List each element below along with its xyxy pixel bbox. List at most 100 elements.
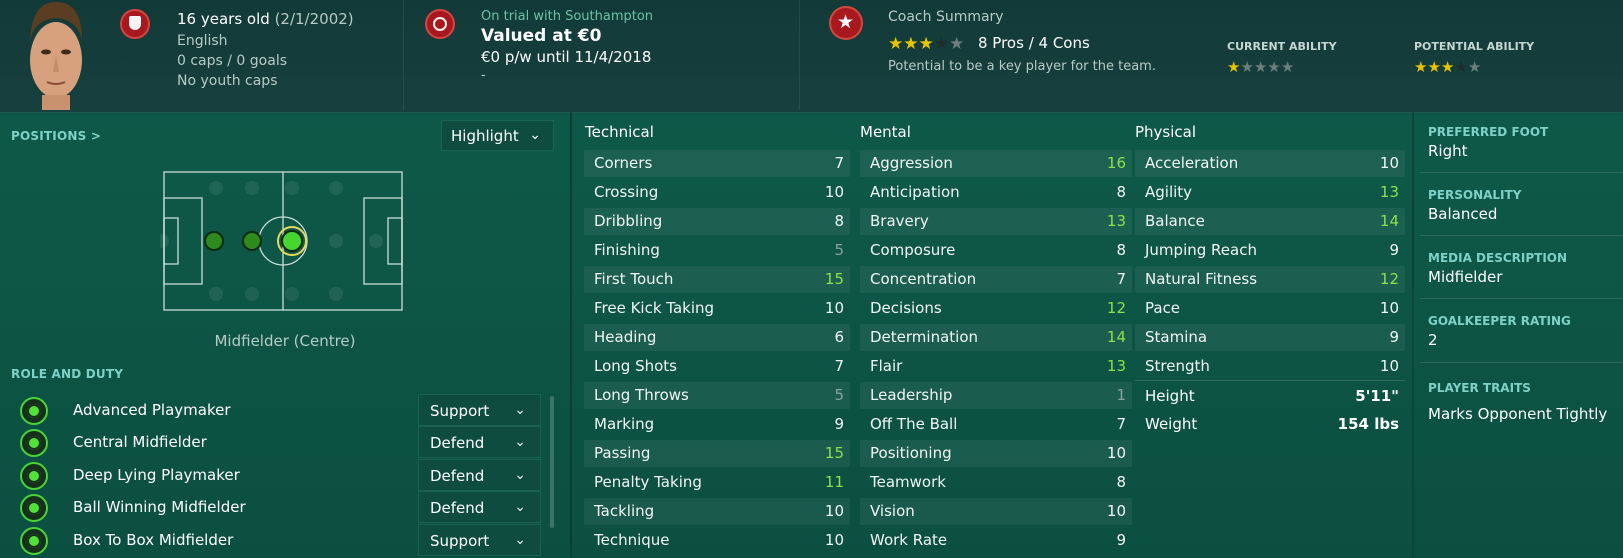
attribute-name: Work Rate	[870, 531, 948, 549]
attribute-row[interactable]: Long Throws 5	[584, 382, 850, 409]
attribute-name: Teamwork	[870, 473, 946, 491]
duty-dropdown[interactable]: Support ⌄	[418, 524, 541, 556]
attribute-row[interactable]: Heading 6	[584, 324, 850, 351]
attribute-row[interactable]: Strength 10	[1135, 353, 1405, 380]
position-label: Midfielder (Centre)	[214, 332, 356, 350]
attribute-name: Composure	[870, 241, 956, 259]
player-wage: €0 p/w until 11/4/2018	[481, 48, 652, 66]
attribute-row[interactable]: Composure 8	[860, 237, 1132, 264]
attribute-row[interactable]: Dribbling 8	[584, 208, 850, 235]
attribute-value: 10	[824, 531, 844, 549]
attribute-row[interactable]: Tackling 10	[584, 498, 850, 525]
attribute-name: Marking	[594, 415, 655, 433]
attribute-name: Strength	[1145, 357, 1210, 375]
attribute-row[interactable]: Off The Ball 7	[860, 411, 1132, 438]
attribute-row[interactable]: Vision 10	[860, 498, 1132, 525]
personality-label: PERSONALITY	[1428, 188, 1522, 202]
star-icon: ★	[1253, 58, 1268, 76]
player-dob: (2/1/2002)	[274, 10, 354, 28]
attribute-value: 9	[1389, 241, 1399, 259]
height-value: 5'11"	[1355, 387, 1399, 405]
attribute-value: 16	[1106, 154, 1126, 172]
attribute-row[interactable]: Passing 15	[584, 440, 850, 467]
attribute-value: 8	[1116, 241, 1126, 259]
attribute-name: Leadership	[870, 386, 953, 404]
attribute-name: Dribbling	[594, 212, 663, 230]
star-icon: ★	[1454, 58, 1468, 76]
role-name: Central Midfielder	[73, 433, 207, 451]
attribute-value: 1	[1116, 386, 1126, 404]
attribute-value: 13	[1106, 212, 1126, 230]
attribute-row[interactable]: Technique 10	[584, 527, 850, 554]
attribute-row[interactable]: Acceleration 10	[1135, 150, 1405, 177]
star-icon: ★	[903, 34, 919, 54]
attribute-row[interactable]: Work Rate 9	[860, 527, 1132, 554]
media-description-value: Midfielder	[1428, 268, 1503, 286]
player-age: 16 years old	[177, 10, 270, 28]
position-marker	[242, 231, 262, 251]
attribute-row[interactable]: Leadership 1	[860, 382, 1132, 409]
attribute-value: 10	[1379, 154, 1399, 172]
duty-dropdown[interactable]: Support ⌄	[418, 394, 541, 426]
role-row[interactable]: Box To Box Midfielder Support ⌄	[0, 524, 545, 556]
attribute-name: Long Throws	[594, 386, 689, 404]
attribute-row[interactable]: Flair 13	[860, 353, 1132, 380]
attribute-row[interactable]: Anticipation 8	[860, 179, 1132, 206]
player-youth-caps: No youth caps	[177, 73, 278, 89]
attribute-value: 14	[1379, 212, 1399, 230]
highlight-dropdown[interactable]: Highlight ⌄	[441, 120, 554, 151]
star-icon: ★	[949, 34, 965, 54]
attribute-row[interactable]: Positioning 10	[860, 440, 1132, 467]
role-list-scrollbar[interactable]	[550, 396, 554, 528]
attribute-name: Heading	[594, 328, 657, 346]
attribute-row[interactable]: Penalty Taking 11	[584, 469, 850, 496]
positions-link[interactable]: POSITIONS >	[11, 129, 101, 143]
attribute-name: Vision	[870, 502, 915, 520]
attribute-row[interactable]: Marking 9	[584, 411, 850, 438]
media-description-label: MEDIA DESCRIPTION	[1428, 251, 1568, 265]
duty-dropdown[interactable]: Defend ⌄	[418, 426, 541, 458]
attribute-name: Finishing	[594, 241, 660, 259]
technical-attributes: Corners 7 Crossing 10 Dribbling 8 Finishing 5 Fi…	[584, 150, 850, 556]
role-row[interactable]: Deep Lying Playmaker Defend ⌄	[0, 459, 545, 491]
attribute-row[interactable]: Determination 14	[860, 324, 1132, 351]
attribute-row[interactable]: Stamina 9	[1135, 324, 1405, 351]
duty-dropdown[interactable]: Defend ⌄	[418, 491, 541, 523]
attribute-value: 9	[834, 415, 844, 433]
attribute-row[interactable]: Jumping Reach 9	[1135, 237, 1405, 264]
role-row[interactable]: Advanced Playmaker Support ⌄	[0, 394, 545, 426]
attribute-row[interactable]: Long Shots 7	[584, 353, 850, 380]
attribute-row[interactable]: Free Kick Taking 10	[584, 295, 850, 322]
current-ability-stars: ★★★★★	[1227, 57, 1294, 76]
attribute-row[interactable]: Finishing 5	[584, 237, 850, 264]
attribute-row[interactable]: Bravery 13	[860, 208, 1132, 235]
attribute-name: Natural Fitness	[1145, 270, 1258, 288]
star-icon: ★	[1280, 58, 1295, 76]
attribute-row[interactable]: Corners 7	[584, 150, 850, 177]
attribute-row[interactable]: Pace 10	[1135, 295, 1405, 322]
attribute-name: Corners	[594, 154, 653, 172]
attribute-value: 7	[1116, 415, 1126, 433]
duty-dropdown[interactable]: Defend ⌄	[418, 459, 541, 491]
attribute-value: 15	[824, 270, 844, 288]
attribute-name: Passing	[594, 444, 651, 462]
role-row[interactable]: Ball Winning Midfielder Defend ⌄	[0, 491, 545, 523]
attribute-row[interactable]: Natural Fitness 12	[1135, 266, 1405, 293]
attribute-row[interactable]: Concentration 7	[860, 266, 1132, 293]
preferred-foot-value: Right	[1428, 142, 1468, 160]
position-marker-primary	[281, 230, 303, 252]
player-face-image	[30, 2, 82, 110]
attribute-row[interactable]: Crossing 10	[584, 179, 850, 206]
attribute-row[interactable]: Teamwork 8	[860, 469, 1132, 496]
star-icon: ★	[1240, 58, 1254, 76]
attribute-row[interactable]: First Touch 15	[584, 266, 850, 293]
attribute-row[interactable]: Decisions 12	[860, 295, 1132, 322]
player-header: 16 years old (2/1/2002) English 0 caps /…	[0, 0, 1623, 113]
chevron-down-icon: ⌄	[514, 434, 526, 450]
attribute-row[interactable]: Agility 13	[1135, 179, 1405, 206]
role-row[interactable]: Central Midfielder Defend ⌄	[0, 426, 545, 458]
attribute-row[interactable]: Balance 14	[1135, 208, 1405, 235]
attribute-value: 6	[834, 328, 844, 346]
attribute-row[interactable]: Aggression 16	[860, 150, 1132, 177]
attribute-value: 10	[824, 502, 844, 520]
